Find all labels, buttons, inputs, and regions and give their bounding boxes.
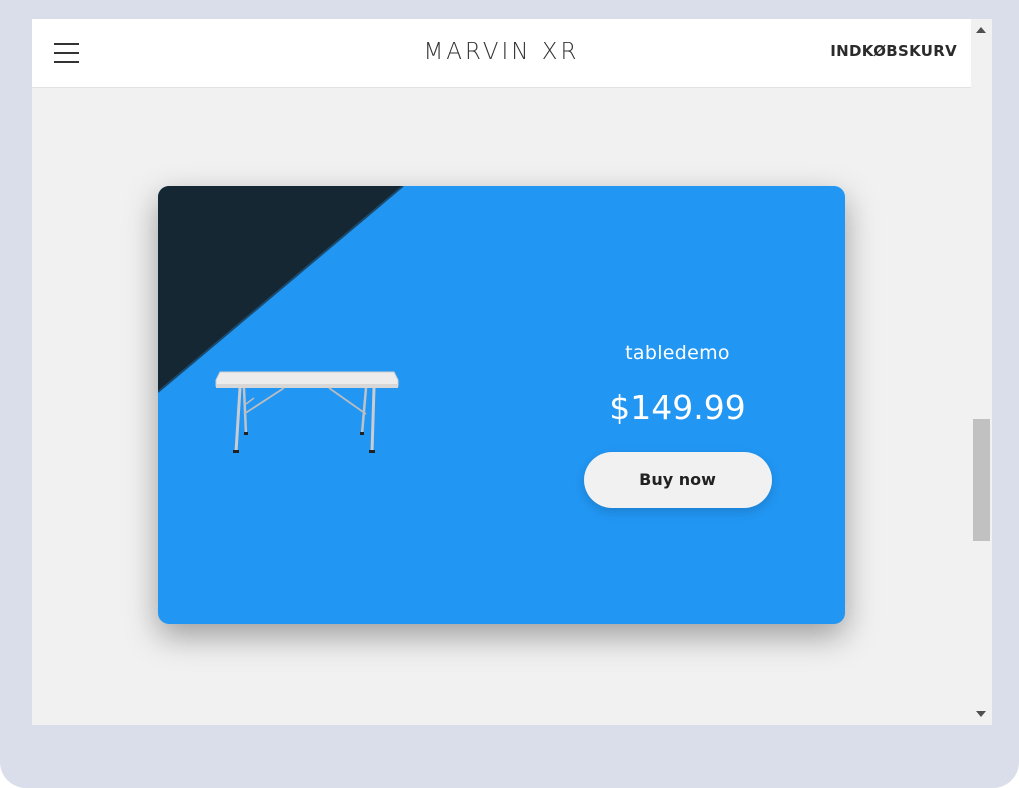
device-frame: MARVIN XR INDKØBSKURV tabledemo $149.99 … — [0, 0, 1019, 788]
scroll-down-arrow-icon[interactable] — [976, 711, 986, 717]
folding-table-image[interactable] — [214, 364, 400, 456]
product-name: tabledemo — [625, 342, 730, 364]
product-price: $149.99 — [609, 388, 746, 427]
scrollbar-thumb[interactable] — [973, 419, 990, 541]
buy-now-button[interactable]: Buy now — [583, 452, 772, 508]
product-info: tabledemo $149.99 Buy now — [560, 341, 795, 508]
browser-viewport: MARVIN XR INDKØBSKURV tabledemo $149.99 … — [32, 19, 992, 725]
vertical-scrollbar[interactable] — [971, 19, 992, 725]
top-navigation-bar: MARVIN XR INDKØBSKURV — [32, 19, 971, 88]
cart-link[interactable]: INDKØBSKURV — [830, 42, 957, 60]
scroll-up-arrow-icon[interactable] — [976, 27, 986, 33]
product-card: tabledemo $149.99 Buy now — [158, 186, 845, 624]
